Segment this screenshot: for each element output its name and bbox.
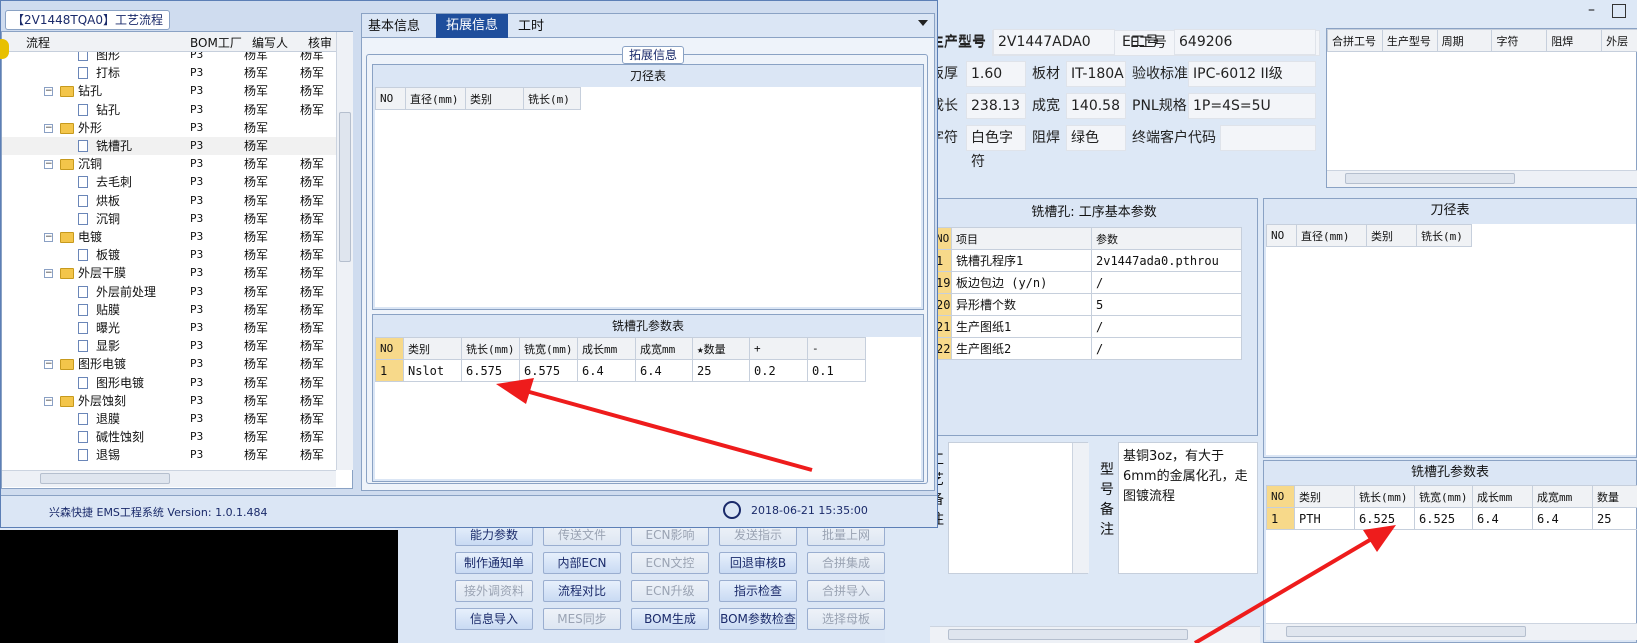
arrow-right (1193, 525, 1396, 643)
group-title: 拓展信息 (622, 46, 684, 64)
annotation-arrows (496, 378, 1396, 643)
arrow-left (496, 378, 813, 472)
